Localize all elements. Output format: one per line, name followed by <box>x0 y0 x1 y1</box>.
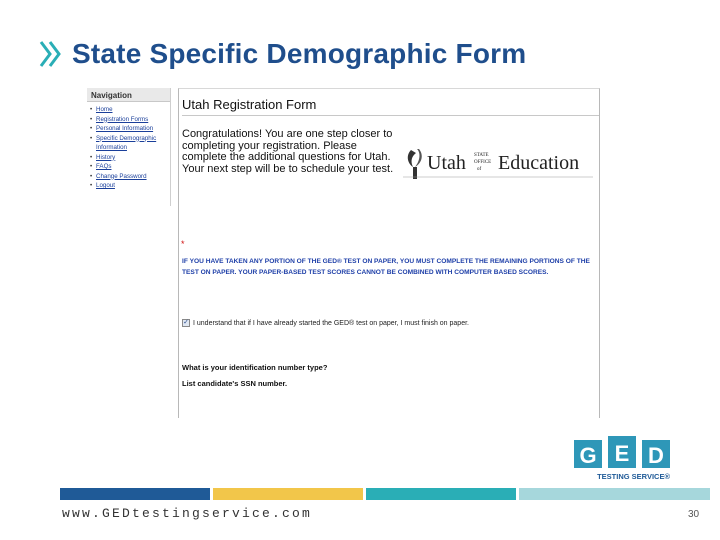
nav-item-personal-information[interactable]: • Personal Information <box>90 124 170 134</box>
paper-test-warning: IF YOU HAVE TAKEN ANY PORTION OF THE GED… <box>182 258 590 276</box>
footer-color-bars <box>60 488 710 500</box>
acknowledgement-checkbox[interactable]: ✓ <box>182 319 190 327</box>
nav-item-specific-demographic-continued[interactable]: Information <box>90 143 170 153</box>
nav-item-change-password[interactable]: • Change Password <box>90 172 170 182</box>
footer-bar-light-teal <box>519 488 710 500</box>
logo-word-office: OFFICE <box>474 160 491 165</box>
form-title: Utah Registration Form <box>182 97 317 112</box>
ged-logo-letter-e: E <box>615 441 630 466</box>
logo-word-education: Education <box>498 152 579 174</box>
nav-item-home[interactable]: • Home <box>90 105 170 115</box>
acknowledgement-row: ✓ I understand that if I have already st… <box>182 319 469 327</box>
ged-logo-letter-g: G <box>579 443 596 468</box>
double-chevron-icon <box>39 41 61 67</box>
form-panel: Utah Registration Form Congratulations! … <box>178 88 600 418</box>
title-divider <box>182 115 599 116</box>
logo-word-utah: Utah <box>427 152 466 174</box>
slide-page-number: 30 <box>688 509 700 520</box>
nav-item-history[interactable]: • History <box>90 153 170 163</box>
utah-office-of-education-logo: Utah STATE OFFICE of Education <box>403 149 593 179</box>
slide-header: State Specific Demographic Form <box>38 34 526 74</box>
nav-item-logout[interactable]: • Logout <box>90 181 170 191</box>
slide-title: State Specific Demographic Form <box>72 38 527 69</box>
question-ssn: List candidate's SSN number. <box>182 379 288 388</box>
footer-bar-gold <box>213 488 363 500</box>
registration-screenshot: Navigation • Home • Registration Forms • Pe… <box>87 88 600 418</box>
ged-logo-tagline: TESTING SERVICE® <box>597 472 670 481</box>
nav-item-registration-forms[interactable]: • Registration Forms <box>90 115 170 125</box>
torch-icon <box>407 149 422 179</box>
navigation-list: • Home • Registration Forms • Personal Info… <box>87 102 170 191</box>
logo-word-state: STATE <box>474 153 489 158</box>
congratulations-message: Congratulations! You are one step closer… <box>182 128 394 175</box>
navigation-panel: Navigation • Home • Registration Forms • Pe… <box>87 88 171 206</box>
footer-website-url: www.GEDtestingservice.com <box>62 506 313 521</box>
nav-item-specific-demographic[interactable]: • Specific Demographic <box>90 134 170 144</box>
ged-testing-service-logo: G E D TESTING SERVICE® <box>574 436 670 481</box>
footer-bar-teal <box>366 488 516 500</box>
logo-word-of: of <box>477 167 482 172</box>
required-marker: * <box>181 239 185 249</box>
footer-bar-navy <box>60 488 210 500</box>
question-id-type: What is your identification number type? <box>182 363 328 372</box>
nav-item-faqs[interactable]: • FAQs <box>90 162 170 172</box>
ged-logo-letter-d: D <box>648 443 664 468</box>
navigation-title: Navigation <box>87 88 170 102</box>
acknowledgement-label: I understand that if I have already star… <box>193 319 469 327</box>
